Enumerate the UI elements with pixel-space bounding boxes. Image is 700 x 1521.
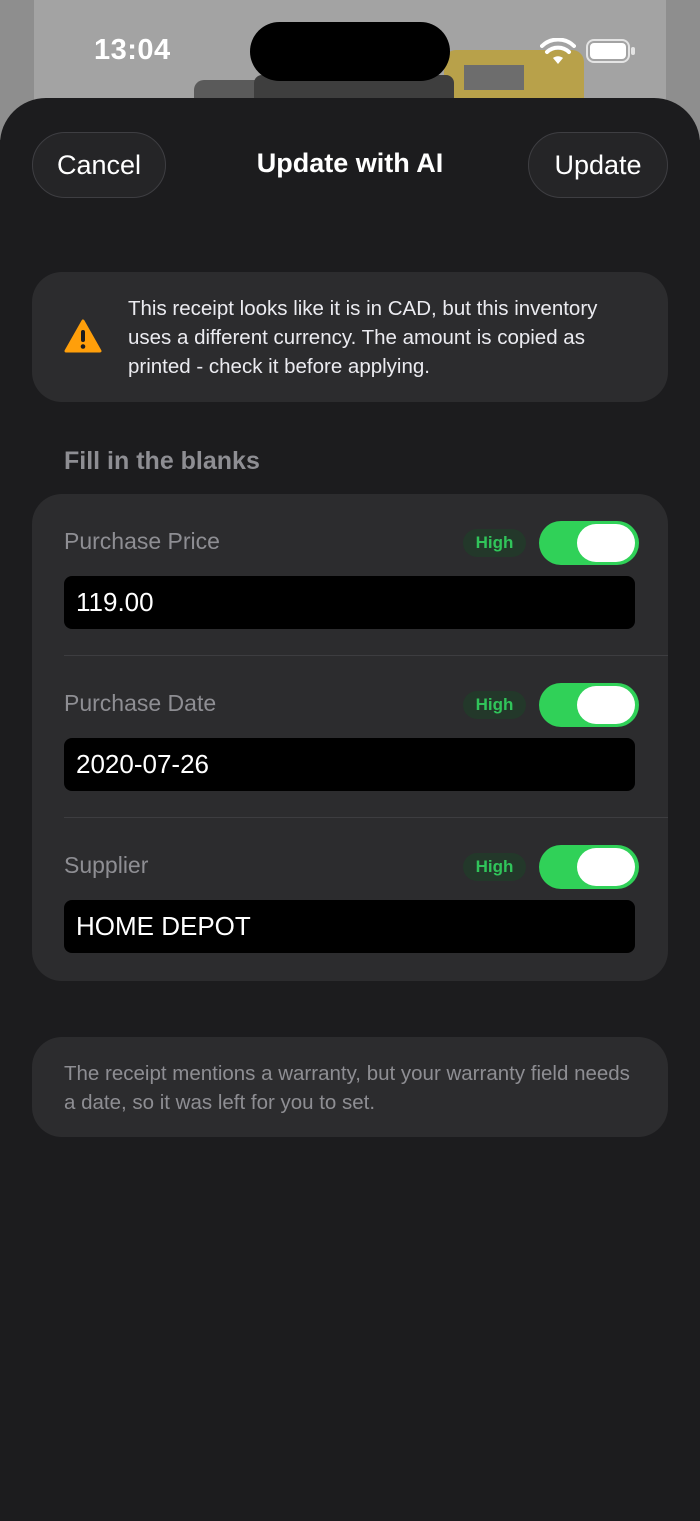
status-bar: 13:04: [0, 0, 700, 100]
warning-text: This receipt looks like it is in CAD, bu…: [128, 297, 598, 378]
supplier-input[interactable]: [64, 900, 635, 953]
field-label: Purchase Date: [64, 690, 217, 716]
warning-triangle-icon: [64, 319, 102, 353]
currency-warning-card: This receipt looks like it is in CAD, bu…: [32, 272, 668, 402]
field-purchase-date: Purchase Date High: [32, 656, 668, 818]
section-header: Fill in the blanks: [64, 447, 260, 475]
toggle-knob: [577, 848, 635, 886]
field-purchase-price: Purchase Price High: [32, 494, 668, 656]
confidence-badge: High: [463, 691, 526, 719]
apply-toggle[interactable]: [539, 521, 639, 565]
apply-toggle[interactable]: [539, 845, 639, 889]
status-time: 13:04: [94, 34, 171, 66]
warranty-note-card: The receipt mentions a warranty, but you…: [32, 1037, 668, 1137]
dynamic-island: [250, 22, 450, 81]
toggle-knob: [577, 524, 635, 562]
field-supplier: Supplier High: [32, 818, 668, 980]
fields-card: Purchase Price High Purchase Date High S…: [32, 494, 668, 981]
confidence-badge: High: [463, 853, 526, 881]
field-label: Supplier: [64, 852, 149, 878]
battery-icon: [586, 39, 635, 63]
apply-toggle[interactable]: [539, 683, 639, 727]
warranty-note-text: The receipt mentions a warranty, but you…: [64, 1062, 630, 1114]
toggle-knob: [577, 686, 635, 724]
wifi-icon: [540, 38, 576, 64]
update-button[interactable]: Update: [528, 132, 668, 198]
field-label: Purchase Price: [64, 528, 220, 554]
confidence-badge: High: [463, 529, 526, 557]
purchase-price-input[interactable]: [64, 576, 635, 629]
purchase-date-input[interactable]: [64, 738, 635, 791]
